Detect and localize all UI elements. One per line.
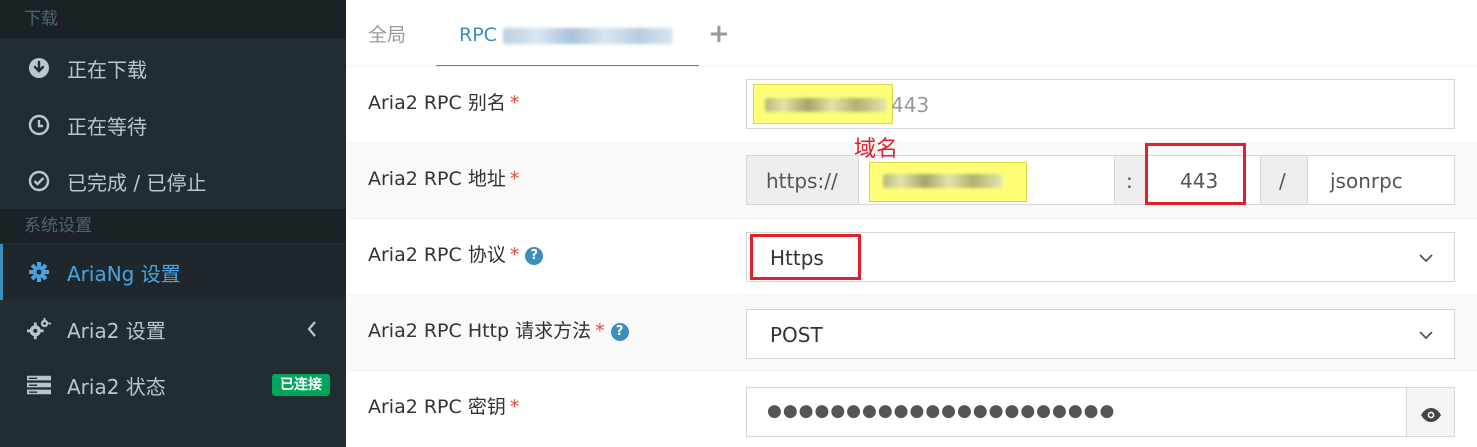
tab-label: 全局 — [368, 24, 407, 46]
tab-rpc[interactable]: RPC — [436, 6, 699, 68]
form-row-address: Aria2 RPC 地址 * https:// : 443 / jsonrpc — [346, 142, 1477, 218]
redacted-host — [502, 27, 673, 44]
gears-icon — [27, 317, 51, 341]
chevron-left-icon[interactable] — [306, 319, 318, 343]
status-badge: 已连接 — [272, 374, 330, 396]
sidebar-item-aria2-status[interactable]: Aria2 状态 已连接 — [0, 357, 346, 413]
sidebar-item-label: 已完成 / 已停止 — [67, 170, 207, 195]
sidebar-item-label: Aria2 设置 — [67, 318, 166, 343]
alias-value: 443 — [891, 93, 930, 117]
sidebar-item-label: 正在下载 — [67, 57, 147, 82]
path-input[interactable]: jsonrpc — [1307, 155, 1455, 205]
help-icon[interactable]: ? — [610, 323, 629, 341]
sidebar-item-ariang-settings[interactable]: AriaNg 设置 — [0, 244, 346, 300]
field-label: Aria2 RPC 协议 *? — [368, 219, 544, 295]
gear-icon — [27, 260, 51, 284]
annotation-port-box — [1145, 143, 1246, 205]
annotation-domain: 域名 — [854, 137, 899, 162]
sidebar-section-download: 下载 — [0, 0, 346, 38]
check-circle-icon — [27, 169, 51, 193]
help-icon[interactable]: ? — [525, 247, 544, 265]
scheme-addon: https:// — [746, 155, 859, 205]
secret-input[interactable]: ●●●●●●●●●●●●●●●●●●●●●● — [746, 387, 1407, 437]
form-row-alias: Aria2 RPC 别名 * 443 — [346, 66, 1477, 142]
sidebar-section-settings: 系统设置 — [0, 209, 346, 243]
tab-label: RPC — [459, 24, 497, 46]
tab-bar: 全局 RPC + — [346, 6, 1477, 68]
toggle-visibility-button[interactable] — [1406, 387, 1455, 437]
download-circle-icon — [27, 56, 51, 80]
field-label: Aria2 RPC 别名 * — [368, 92, 520, 114]
redacted-domain — [883, 174, 1003, 188]
field-label: Aria2 RPC 密钥 * — [368, 396, 520, 418]
chevron-down-icon — [1418, 247, 1433, 263]
form-row-protocol: Aria2 RPC 协议 *? Https — [346, 218, 1477, 294]
redacted-domain — [765, 98, 887, 112]
field-label: Aria2 RPC 地址 * — [368, 168, 520, 190]
eye-icon — [1420, 404, 1442, 428]
server-icon — [27, 373, 51, 397]
app-window: 下载 正在下载 正在等待 已完成 / 已停止 系统设置 AriaNg 设置 Ar… — [0, 0, 1477, 447]
slash-addon: / — [1260, 155, 1308, 205]
alias-input[interactable]: 443 — [746, 79, 1455, 129]
sidebar-item-downloading[interactable]: 正在下载 — [0, 40, 346, 96]
method-select[interactable]: POST — [746, 309, 1455, 359]
clock-icon — [27, 113, 51, 137]
sidebar-item-stopped[interactable]: 已完成 / 已停止 — [0, 153, 346, 209]
method-value: POST — [770, 323, 823, 347]
tab-add-button[interactable]: + — [708, 6, 730, 68]
sidebar: 下载 正在下载 正在等待 已完成 / 已停止 系统设置 AriaNg 设置 Ar… — [0, 0, 346, 447]
field-label: Aria2 RPC Http 请求方法 *? — [368, 295, 629, 371]
sidebar-item-label: AriaNg 设置 — [67, 261, 181, 286]
tab-global[interactable]: 全局 — [368, 6, 406, 68]
chevron-down-icon — [1418, 324, 1433, 340]
sidebar-item-waiting[interactable]: 正在等待 — [0, 97, 346, 153]
form-row-method: Aria2 RPC Http 请求方法 *? POST — [346, 294, 1477, 370]
secret-value: ●●●●●●●●●●●●●●●●●●●●●● — [767, 401, 1116, 421]
main-content: 全局 RPC + Aria2 RPC 别名 * 443 Aria2 RPC 地址 *… — [346, 0, 1477, 447]
colon-addon: : — [1114, 155, 1147, 205]
sidebar-item-label: 正在等待 — [67, 114, 147, 139]
sidebar-item-label: Aria2 状态 — [67, 374, 166, 399]
sidebar-item-aria2-settings[interactable]: Aria2 设置 — [0, 301, 346, 357]
form-row-secret: Aria2 RPC 密钥 * ●●●●●●●●●●●●●●●●●●●●●● — [346, 370, 1477, 446]
annotation-protocol-box — [750, 234, 861, 280]
